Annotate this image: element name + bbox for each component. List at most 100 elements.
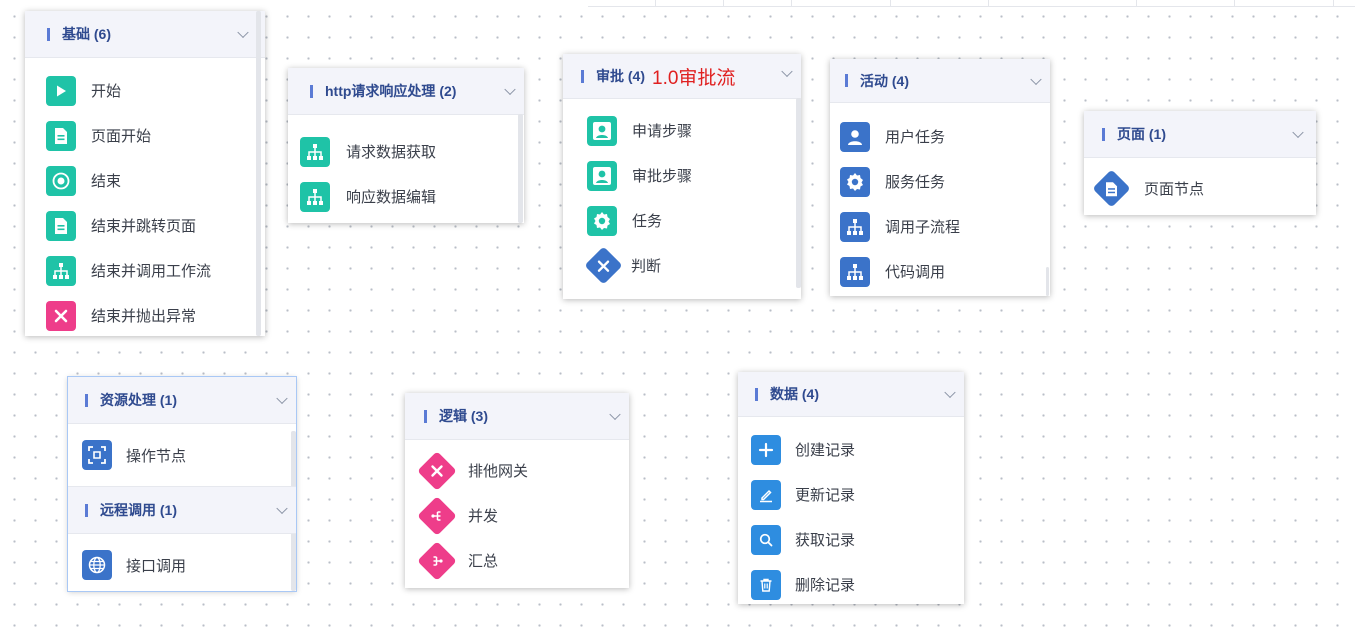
panel-title: 数据 (4) — [770, 386, 819, 402]
header-accent-bar — [85, 393, 88, 407]
chevron-down-icon[interactable] — [781, 66, 793, 78]
chevron-down-icon[interactable] — [237, 26, 249, 39]
node-item-response-data-edit[interactable]: 响应数据编辑 — [288, 174, 524, 219]
node-item-code-call[interactable]: 代码调用 — [830, 249, 1050, 294]
node-item-end-call-workflow[interactable]: 结束并调用工作流 — [25, 248, 265, 293]
gear-icon — [587, 205, 617, 236]
node-label: 获取记录 — [795, 532, 856, 549]
panel-logic: 逻辑 (3) 排他网关 并发 汇总 — [405, 393, 629, 588]
chevron-down-icon[interactable] — [276, 502, 288, 515]
panel-title: 资源处理 (1) — [100, 392, 177, 408]
node-item-end-redirect-page[interactable]: 结束并跳转页面 — [25, 203, 265, 248]
annotation-label: 1.0审批流 — [652, 67, 736, 89]
chevron-down-icon[interactable] — [504, 83, 516, 96]
panel-resource-header[interactable]: 资源处理 (1) — [68, 377, 296, 424]
close-icon — [46, 300, 76, 331]
panel-approval: 审批 (4) 1.0审批流 申请步骤 审批步骤 任务 判断 — [563, 54, 801, 299]
node-label: 创建记录 — [795, 442, 856, 459]
merge-diamond-icon — [417, 540, 457, 581]
node-label: 请求数据获取 — [346, 144, 437, 161]
node-item-delete-record[interactable]: 删除记录 — [738, 562, 964, 607]
node-item-page-node[interactable]: 页面节点 — [1084, 166, 1316, 211]
header-accent-bar — [310, 84, 313, 98]
node-item-approve-step[interactable]: 审批步骤 — [563, 153, 801, 198]
node-item-decision[interactable]: 判断 — [563, 243, 801, 288]
user-card-icon — [587, 115, 617, 146]
panel-data-header[interactable]: 数据 (4) — [738, 372, 964, 417]
node-label: 更新记录 — [795, 487, 856, 504]
panel-http: http请求响应处理 (2) 请求数据获取 响应数据编辑 — [288, 68, 524, 223]
node-label: 审批步骤 — [632, 168, 693, 185]
node-item-merge[interactable]: 汇总 — [405, 538, 629, 583]
globe-icon — [82, 550, 112, 580]
panel-title: 页面 (1) — [1117, 126, 1166, 142]
header-accent-bar — [755, 387, 758, 401]
chevron-down-icon[interactable] — [1292, 126, 1304, 139]
node-item-get-record[interactable]: 获取记录 — [738, 517, 964, 562]
chevron-down-icon[interactable] — [944, 386, 956, 399]
node-label: 任务 — [632, 213, 663, 230]
node-item-apply-step[interactable]: 申请步骤 — [563, 108, 801, 153]
hierarchy-icon — [840, 211, 870, 242]
node-item-user-task[interactable]: 用户任务 — [830, 114, 1050, 159]
search-icon — [751, 524, 781, 555]
header-accent-bar — [581, 69, 584, 83]
document-diamond-icon — [1092, 169, 1131, 208]
node-label: 代码调用 — [885, 264, 946, 281]
panel-resource-remote: 资源处理 (1) 操作节点 远程调用 (1) 接口调用 — [68, 377, 296, 591]
panel-activity: 活动 (4) 用户任务 服务任务 调用子流程 代码调用 — [830, 59, 1050, 296]
node-label: 排他网关 — [468, 463, 529, 480]
scan-frame-icon — [82, 440, 112, 470]
node-item-end-throw-exception[interactable]: 结束并抛出异常 — [25, 293, 265, 338]
node-label: 操作节点 — [126, 447, 187, 465]
node-label: 页面节点 — [1144, 181, 1205, 198]
plus-icon — [751, 434, 781, 465]
node-item-create-record[interactable]: 创建记录 — [738, 427, 964, 472]
panel-remote-header[interactable]: 远程调用 (1) — [68, 486, 296, 534]
edit-icon — [751, 479, 781, 510]
panel-logic-header[interactable]: 逻辑 (3) — [405, 393, 629, 440]
node-item-page-start[interactable]: 页面开始 — [25, 113, 265, 158]
stop-circle-icon — [46, 165, 76, 196]
node-label: 并发 — [468, 508, 499, 525]
node-label: 结束并抛出异常 — [91, 308, 197, 325]
panel-title: http请求响应处理 (2) — [325, 83, 457, 99]
panel-approval-header[interactable]: 审批 (4) 1.0审批流 — [563, 54, 801, 99]
panel-title: 远程调用 (1) — [100, 502, 177, 518]
panel-title: 活动 (4) — [860, 72, 909, 89]
node-label: 申请步骤 — [632, 123, 693, 140]
panel-http-header[interactable]: http请求响应处理 (2) — [288, 68, 524, 115]
panel-basic-header[interactable]: 基础 (6) — [25, 11, 265, 58]
hierarchy-icon — [300, 136, 330, 167]
hierarchy-icon — [46, 255, 76, 286]
chevron-down-icon[interactable] — [1030, 73, 1042, 85]
node-item-service-task[interactable]: 服务任务 — [830, 159, 1050, 204]
node-item-update-record[interactable]: 更新记录 — [738, 472, 964, 517]
node-item-task[interactable]: 任务 — [563, 198, 801, 243]
close-diamond-icon — [584, 246, 623, 285]
node-item-parallel[interactable]: 并发 — [405, 493, 629, 538]
trash-icon — [751, 569, 781, 600]
user-card-icon — [587, 160, 617, 191]
node-label: 结束并调用工作流 — [91, 263, 212, 280]
node-item-end[interactable]: 结束 — [25, 158, 265, 203]
node-item-request-data-get[interactable]: 请求数据获取 — [288, 129, 524, 174]
node-label: 汇总 — [468, 553, 499, 570]
node-item-operation-node[interactable]: 操作节点 — [68, 424, 296, 486]
node-label: 判断 — [631, 258, 662, 275]
chevron-down-icon[interactable] — [276, 392, 288, 405]
header-accent-bar — [424, 409, 427, 423]
node-label: 结束 — [91, 173, 122, 190]
panel-title: 逻辑 (3) — [439, 408, 488, 424]
panel-basic: 基础 (6) 开始 页面开始 结束 结束并跳转页面 结束并调用工作流 结束并抛出… — [25, 11, 265, 336]
node-item-api-call[interactable]: 接口调用 — [68, 534, 296, 596]
play-icon — [46, 75, 76, 106]
chevron-down-icon[interactable] — [609, 408, 621, 421]
node-item-call-subprocess[interactable]: 调用子流程 — [830, 204, 1050, 249]
node-item-start[interactable]: 开始 — [25, 68, 265, 113]
panel-page-header[interactable]: 页面 (1) — [1084, 111, 1316, 158]
hierarchy-icon — [300, 181, 330, 212]
header-accent-bar — [47, 27, 50, 41]
panel-activity-header[interactable]: 活动 (4) — [830, 59, 1050, 103]
node-item-exclusive-gateway[interactable]: 排他网关 — [405, 448, 629, 493]
